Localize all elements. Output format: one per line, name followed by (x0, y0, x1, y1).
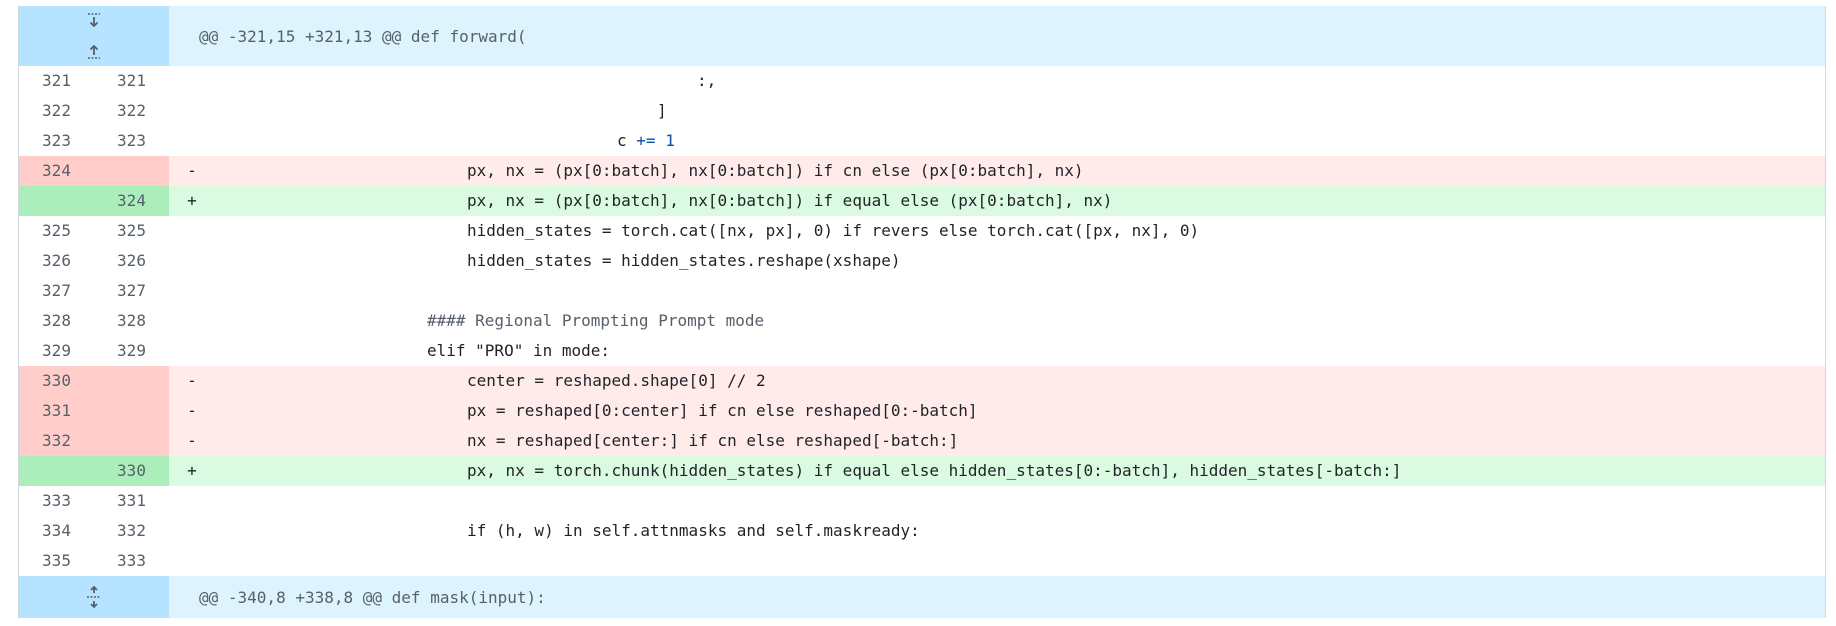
diff-row-deleted: 324 - px, nx = (px[0:batch], nx[0:batch]… (19, 156, 1825, 186)
diff-sign: - (187, 161, 197, 180)
new-line-number[interactable]: 332 (94, 516, 169, 546)
new-line-number[interactable]: 321 (94, 66, 169, 96)
diff-sign (169, 246, 207, 276)
code-token: += (636, 131, 656, 150)
hunk-header-text: @@ -321,15 +321,13 @@ def forward( (199, 26, 527, 46)
old-line-number[interactable] (19, 456, 94, 486)
new-line-number[interactable]: 326 (94, 246, 169, 276)
diff-sign (169, 546, 207, 576)
new-line-number[interactable]: 325 (94, 216, 169, 246)
new-line-number[interactable]: 329 (94, 336, 169, 366)
diff-sign: - (187, 371, 197, 390)
old-line-number[interactable]: 325 (19, 216, 94, 246)
old-line-number[interactable]: 335 (19, 546, 94, 576)
code-line: :, (697, 71, 717, 90)
diff-row-added: 330 + px, nx = torch.chunk(hidden_states… (19, 456, 1825, 486)
old-line-number[interactable]: 327 (19, 276, 94, 306)
old-line-number[interactable]: 333 (19, 486, 94, 516)
diff-row: 328 328 #### Regional Prompting Prompt m… (19, 306, 1825, 336)
hunk-header-bottom: @@ -340,8 +338,8 @@ def mask(input): (19, 576, 1825, 618)
old-line-number[interactable]: 334 (19, 516, 94, 546)
diff-sign (169, 66, 207, 96)
hunk-header-text: @@ -340,8 +338,8 @@ def mask(input): (199, 587, 546, 607)
diff-sign: + (187, 191, 197, 210)
expander-column (19, 6, 169, 66)
code-line: #### Regional Prompting Prompt mode (427, 311, 765, 330)
diff-row: 325 325 hidden_states = torch.cat([nx, p… (19, 216, 1825, 246)
new-line-number[interactable]: 323 (94, 126, 169, 156)
new-line-number[interactable]: 333 (94, 546, 169, 576)
code-line: ] (657, 101, 667, 120)
new-line-number[interactable] (94, 156, 169, 186)
code-token: c (617, 131, 627, 150)
diff-sign (169, 306, 207, 336)
diff-sign: - (187, 431, 197, 450)
old-line-number[interactable]: 321 (19, 66, 94, 96)
code-line: if (h, w) in self.attnmasks and self.mas… (467, 521, 920, 540)
diff-row-added: 324 + px, nx = (px[0:batch], nx[0:batch]… (19, 186, 1825, 216)
diff-sign (169, 336, 207, 366)
new-line-number[interactable] (94, 426, 169, 456)
new-line-number[interactable]: 327 (94, 276, 169, 306)
diff-sign (169, 126, 207, 156)
old-line-number[interactable]: 322 (19, 96, 94, 126)
code-line: hidden_states = hidden_states.reshape(xs… (467, 251, 901, 270)
diff-row-deleted: 332 - nx = reshaped[center:] if cn else … (19, 426, 1825, 456)
code-line: px = reshaped[0:center] if cn else resha… (467, 401, 978, 420)
expand-up-icon[interactable] (82, 39, 106, 61)
diff-row: 321 321 :, (19, 66, 1825, 96)
diff-row: 326 326 hidden_states = hidden_states.re… (19, 246, 1825, 276)
diff-sign (169, 276, 207, 306)
diff-row: 335 333 (19, 546, 1825, 576)
diff-sign (169, 486, 207, 516)
diff-row-deleted: 330 - center = reshaped.shape[0] // 2 (19, 366, 1825, 396)
old-line-number[interactable]: 329 (19, 336, 94, 366)
diff-sign (169, 96, 207, 126)
old-line-number[interactable]: 323 (19, 126, 94, 156)
diff-row: 327 327 (19, 276, 1825, 306)
diff-sign (169, 516, 207, 546)
expand-down-icon[interactable] (82, 11, 106, 33)
new-line-number[interactable]: 324 (94, 186, 169, 216)
old-line-number[interactable]: 332 (19, 426, 94, 456)
code-line: center = reshaped.shape[0] // 2 (467, 371, 766, 390)
code-line: px, nx = torch.chunk(hidden_states) if e… (467, 461, 1402, 480)
new-line-number[interactable]: 322 (94, 96, 169, 126)
old-line-number[interactable]: 326 (19, 246, 94, 276)
code-line: px, nx = (px[0:batch], nx[0:batch]) if e… (467, 191, 1113, 210)
old-line-number[interactable] (19, 186, 94, 216)
unfold-icon[interactable] (82, 586, 106, 608)
diff-row: 323 323 c += 1 (19, 126, 1825, 156)
diff-row: 329 329 elif "PRO" in mode: (19, 336, 1825, 366)
new-line-number[interactable]: 330 (94, 456, 169, 486)
diff-row: 333 331 (19, 486, 1825, 516)
diff-sign (169, 216, 207, 246)
old-line-number[interactable]: 328 (19, 306, 94, 336)
diff-row-deleted: 331 - px = reshaped[0:center] if cn else… (19, 396, 1825, 426)
code-line: c += 1 (207, 126, 675, 156)
code-line: elif "PRO" in mode: (427, 341, 611, 360)
diff-view: @@ -321,15 +321,13 @@ def forward( 321 3… (18, 6, 1826, 618)
new-line-number[interactable] (94, 396, 169, 426)
code-line: nx = reshaped[center:] if cn else reshap… (467, 431, 959, 450)
diff-row: 322 322 ] (19, 96, 1825, 126)
hunk-header-top: @@ -321,15 +321,13 @@ def forward( (19, 6, 1825, 66)
new-line-number[interactable]: 328 (94, 306, 169, 336)
diff-sign: + (187, 461, 197, 480)
new-line-number[interactable]: 331 (94, 486, 169, 516)
new-line-number[interactable] (94, 366, 169, 396)
old-line-number[interactable]: 330 (19, 366, 94, 396)
old-line-number[interactable]: 324 (19, 156, 94, 186)
code-line: hidden_states = torch.cat([nx, px], 0) i… (467, 221, 1200, 240)
diff-sign: - (187, 401, 197, 420)
diff-row: 334 332 if (h, w) in self.attnmasks and … (19, 516, 1825, 546)
code-line: px, nx = (px[0:batch], nx[0:batch]) if c… (467, 161, 1084, 180)
expander-column (19, 576, 169, 618)
code-token: 1 (665, 131, 675, 150)
old-line-number[interactable]: 331 (19, 396, 94, 426)
